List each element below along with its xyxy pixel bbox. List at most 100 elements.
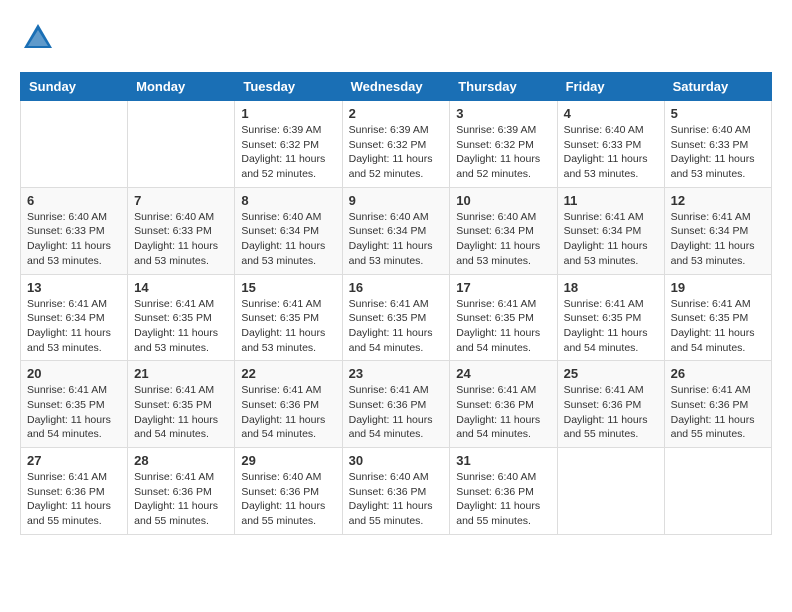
calendar-cell: 8 Sunrise: 6:40 AM Sunset: 6:34 PM Daylig… <box>235 187 342 274</box>
day-info: Sunrise: 6:40 AM Sunset: 6:34 PM Dayligh… <box>241 210 335 269</box>
calendar-cell: 31 Sunrise: 6:40 AM Sunset: 6:36 PM Dayli… <box>450 448 557 535</box>
day-number: 14 <box>134 280 228 295</box>
day-number: 17 <box>456 280 550 295</box>
calendar-cell: 1 Sunrise: 6:39 AM Sunset: 6:32 PM Daylig… <box>235 101 342 188</box>
day-header-friday: Friday <box>557 73 664 101</box>
logo-icon <box>20 20 56 56</box>
day-number: 10 <box>456 193 550 208</box>
day-number: 1 <box>241 106 335 121</box>
calendar-cell: 21 Sunrise: 6:41 AM Sunset: 6:35 PM Dayli… <box>128 361 235 448</box>
day-number: 25 <box>564 366 658 381</box>
day-number: 21 <box>134 366 228 381</box>
day-info: Sunrise: 6:41 AM Sunset: 6:36 PM Dayligh… <box>349 383 444 442</box>
calendar-cell: 13 Sunrise: 6:41 AM Sunset: 6:34 PM Dayli… <box>21 274 128 361</box>
day-number: 23 <box>349 366 444 381</box>
calendar-table: SundayMondayTuesdayWednesdayThursdayFrid… <box>20 72 772 535</box>
calendar-cell: 25 Sunrise: 6:41 AM Sunset: 6:36 PM Dayli… <box>557 361 664 448</box>
day-info: Sunrise: 6:41 AM Sunset: 6:35 PM Dayligh… <box>564 297 658 356</box>
calendar-cell: 28 Sunrise: 6:41 AM Sunset: 6:36 PM Dayli… <box>128 448 235 535</box>
day-info: Sunrise: 6:41 AM Sunset: 6:36 PM Dayligh… <box>564 383 658 442</box>
calendar-cell: 22Sunrise: 6:41 AM Sunset: 6:36 PM Dayli… <box>235 361 342 448</box>
calendar-cell: 19 Sunrise: 6:41 AM Sunset: 6:35 PM Dayli… <box>664 274 771 361</box>
day-number: 16 <box>349 280 444 295</box>
day-number: 6 <box>27 193 121 208</box>
calendar-week-3: 13 Sunrise: 6:41 AM Sunset: 6:34 PM Dayli… <box>21 274 772 361</box>
day-number: 27 <box>27 453 121 468</box>
day-info: Sunrise: 6:41 AM Sunset: 6:35 PM Dayligh… <box>671 297 765 356</box>
day-info: Sunrise: 6:41 AM Sunset: 6:34 PM Dayligh… <box>27 297 121 356</box>
calendar-cell: 27 Sunrise: 6:41 AM Sunset: 6:36 PM Dayli… <box>21 448 128 535</box>
calendar-cell <box>664 448 771 535</box>
calendar-cell: 16Sunrise: 6:41 AM Sunset: 6:35 PM Dayli… <box>342 274 450 361</box>
calendar-cell: 3 Sunrise: 6:39 AM Sunset: 6:32 PM Daylig… <box>450 101 557 188</box>
day-info: Sunrise: 6:40 AM Sunset: 6:34 PM Dayligh… <box>349 210 444 269</box>
day-info: Sunrise: 6:41 AM Sunset: 6:36 PM Dayligh… <box>134 470 228 529</box>
calendar-cell: 7 Sunrise: 6:40 AM Sunset: 6:33 PM Daylig… <box>128 187 235 274</box>
calendar-week-1: 1 Sunrise: 6:39 AM Sunset: 6:32 PM Daylig… <box>21 101 772 188</box>
day-number: 2 <box>349 106 444 121</box>
day-info: Sunrise: 6:41 AM Sunset: 6:35 PM Dayligh… <box>134 297 228 356</box>
calendar-header-row: SundayMondayTuesdayWednesdayThursdayFrid… <box>21 73 772 101</box>
day-number: 15 <box>241 280 335 295</box>
calendar-week-2: 6 Sunrise: 6:40 AM Sunset: 6:33 PM Daylig… <box>21 187 772 274</box>
day-number: 24 <box>456 366 550 381</box>
day-number: 8 <box>241 193 335 208</box>
calendar-cell: 6 Sunrise: 6:40 AM Sunset: 6:33 PM Daylig… <box>21 187 128 274</box>
calendar-cell: 11Sunrise: 6:41 AM Sunset: 6:34 PM Dayli… <box>557 187 664 274</box>
day-info: Sunrise: 6:41 AM Sunset: 6:36 PM Dayligh… <box>671 383 765 442</box>
day-header-monday: Monday <box>128 73 235 101</box>
day-info: Sunrise: 6:41 AM Sunset: 6:36 PM Dayligh… <box>456 383 550 442</box>
page-header <box>20 20 772 56</box>
day-number: 26 <box>671 366 765 381</box>
day-info: Sunrise: 6:41 AM Sunset: 6:35 PM Dayligh… <box>456 297 550 356</box>
calendar-cell: 29Sunrise: 6:40 AM Sunset: 6:36 PM Dayli… <box>235 448 342 535</box>
calendar-cell: 18 Sunrise: 6:41 AM Sunset: 6:35 PM Dayli… <box>557 274 664 361</box>
calendar-week-4: 20 Sunrise: 6:41 AM Sunset: 6:35 PM Dayli… <box>21 361 772 448</box>
day-number: 31 <box>456 453 550 468</box>
day-info: Sunrise: 6:40 AM Sunset: 6:33 PM Dayligh… <box>564 123 658 182</box>
day-info: Sunrise: 6:40 AM Sunset: 6:33 PM Dayligh… <box>27 210 121 269</box>
calendar-cell: 24 Sunrise: 6:41 AM Sunset: 6:36 PM Dayli… <box>450 361 557 448</box>
logo <box>20 20 60 56</box>
day-number: 20 <box>27 366 121 381</box>
calendar-cell: 15 Sunrise: 6:41 AM Sunset: 6:35 PM Dayli… <box>235 274 342 361</box>
day-info: Sunrise: 6:41 AM Sunset: 6:36 PM Dayligh… <box>27 470 121 529</box>
day-header-wednesday: Wednesday <box>342 73 450 101</box>
day-number: 7 <box>134 193 228 208</box>
day-info: Sunrise: 6:41 AM Sunset: 6:34 PM Dayligh… <box>564 210 658 269</box>
day-number: 13 <box>27 280 121 295</box>
day-number: 22 <box>241 366 335 381</box>
day-number: 9 <box>349 193 444 208</box>
day-number: 3 <box>456 106 550 121</box>
calendar-cell <box>21 101 128 188</box>
day-info: Sunrise: 6:41 AM Sunset: 6:35 PM Dayligh… <box>134 383 228 442</box>
calendar-cell <box>128 101 235 188</box>
calendar-cell: 12Sunrise: 6:41 AM Sunset: 6:34 PM Dayli… <box>664 187 771 274</box>
calendar-cell: 5 Sunrise: 6:40 AM Sunset: 6:33 PM Daylig… <box>664 101 771 188</box>
day-info: Sunrise: 6:40 AM Sunset: 6:36 PM Dayligh… <box>456 470 550 529</box>
day-header-saturday: Saturday <box>664 73 771 101</box>
calendar-cell: 4Sunrise: 6:40 AM Sunset: 6:33 PM Daylig… <box>557 101 664 188</box>
day-number: 18 <box>564 280 658 295</box>
day-info: Sunrise: 6:40 AM Sunset: 6:33 PM Dayligh… <box>134 210 228 269</box>
calendar-week-5: 27 Sunrise: 6:41 AM Sunset: 6:36 PM Dayli… <box>21 448 772 535</box>
day-info: Sunrise: 6:41 AM Sunset: 6:35 PM Dayligh… <box>27 383 121 442</box>
day-number: 28 <box>134 453 228 468</box>
calendar-cell: 30Sunrise: 6:40 AM Sunset: 6:36 PM Dayli… <box>342 448 450 535</box>
day-info: Sunrise: 6:40 AM Sunset: 6:36 PM Dayligh… <box>241 470 335 529</box>
day-number: 19 <box>671 280 765 295</box>
calendar-cell: 17 Sunrise: 6:41 AM Sunset: 6:35 PM Dayli… <box>450 274 557 361</box>
day-info: Sunrise: 6:41 AM Sunset: 6:35 PM Dayligh… <box>241 297 335 356</box>
day-header-sunday: Sunday <box>21 73 128 101</box>
day-info: Sunrise: 6:39 AM Sunset: 6:32 PM Dayligh… <box>241 123 335 182</box>
day-info: Sunrise: 6:40 AM Sunset: 6:33 PM Dayligh… <box>671 123 765 182</box>
day-number: 5 <box>671 106 765 121</box>
day-info: Sunrise: 6:39 AM Sunset: 6:32 PM Dayligh… <box>349 123 444 182</box>
day-number: 30 <box>349 453 444 468</box>
calendar-cell: 26 Sunrise: 6:41 AM Sunset: 6:36 PM Dayli… <box>664 361 771 448</box>
day-info: Sunrise: 6:39 AM Sunset: 6:32 PM Dayligh… <box>456 123 550 182</box>
calendar-cell: 20 Sunrise: 6:41 AM Sunset: 6:35 PM Dayli… <box>21 361 128 448</box>
day-header-thursday: Thursday <box>450 73 557 101</box>
day-header-tuesday: Tuesday <box>235 73 342 101</box>
day-info: Sunrise: 6:41 AM Sunset: 6:34 PM Dayligh… <box>671 210 765 269</box>
